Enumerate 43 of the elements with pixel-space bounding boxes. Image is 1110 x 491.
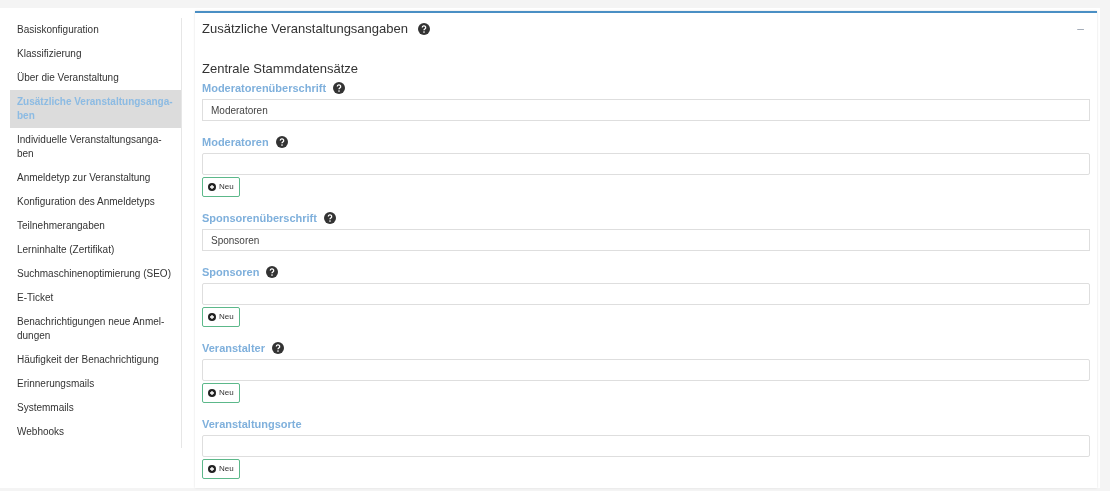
field-label: Moderatoren [202, 134, 269, 150]
text-field[interactable]: Sponsoren [202, 229, 1090, 251]
input-field[interactable] [202, 359, 1090, 381]
text-field[interactable]: Moderatoren [202, 99, 1090, 121]
help-icon[interactable] [418, 23, 430, 35]
sidebar-item[interactable]: Webhooks [10, 420, 181, 444]
sidebar-item[interactable]: Konfiguration des Anmeldetyps [10, 190, 181, 214]
sidebar-item[interactable]: Über die Veranstaltung [10, 66, 181, 90]
sidebar-item[interactable]: Anmeldetyp zur Veranstaltung [10, 166, 181, 190]
help-icon[interactable] [323, 212, 336, 224]
sidebar-item[interactable]: Individuelle Veranstaltungsanga- ben [10, 128, 181, 166]
field-label: Sponsoren [202, 264, 260, 280]
help-icon[interactable] [275, 136, 288, 148]
help-icon[interactable] [333, 82, 346, 94]
field-label: Moderatorenüberschrift [202, 80, 327, 96]
section-heading: Zentrale Stammdatensätze [202, 61, 360, 77]
sidebar-item[interactable]: Klassifizierung [10, 42, 181, 66]
plus-icon [208, 313, 216, 321]
plus-icon [208, 389, 216, 397]
sidebar-item[interactable]: Basiskonfiguration [10, 18, 181, 42]
sidebar-item[interactable]: Häufigkeit der Benachrichtigung [10, 348, 181, 372]
sidebar-item[interactable]: Benachrichtigungen neue Anmel- dungen [10, 310, 181, 348]
input-field[interactable] [202, 153, 1090, 175]
sidebar-item[interactable]: Erinnerungsmails [10, 372, 181, 396]
field-label: Veranstaltungsorte [202, 416, 302, 432]
plus-icon [208, 465, 216, 473]
new-button[interactable]: Neu [202, 383, 240, 403]
help-icon[interactable] [272, 342, 284, 354]
sidebar-item[interactable]: Teilnehmerangaben [10, 214, 181, 238]
input-field[interactable] [202, 435, 1090, 457]
plus-icon [208, 183, 216, 191]
help-icon[interactable] [266, 266, 279, 278]
sidebar-item[interactable]: Suchmaschinenoptimierung (SEO) [10, 262, 181, 286]
input-field[interactable] [202, 283, 1090, 305]
panel-title: Zusätzliche Veranstaltungsangaben [202, 20, 408, 39]
sidebar-item[interactable]: E-Ticket [10, 286, 181, 310]
field-label: Sponsorenüberschrift [202, 210, 317, 226]
new-button[interactable]: Neu [202, 177, 240, 197]
sidebar-item[interactable]: Systemmails [10, 396, 181, 420]
sidebar-item[interactable]: Lerninhalte (Zertifikat) [10, 238, 181, 262]
field-label: Veranstalter [202, 340, 265, 356]
new-button[interactable]: Neu [202, 307, 240, 327]
new-button[interactable]: Neu [202, 459, 240, 479]
